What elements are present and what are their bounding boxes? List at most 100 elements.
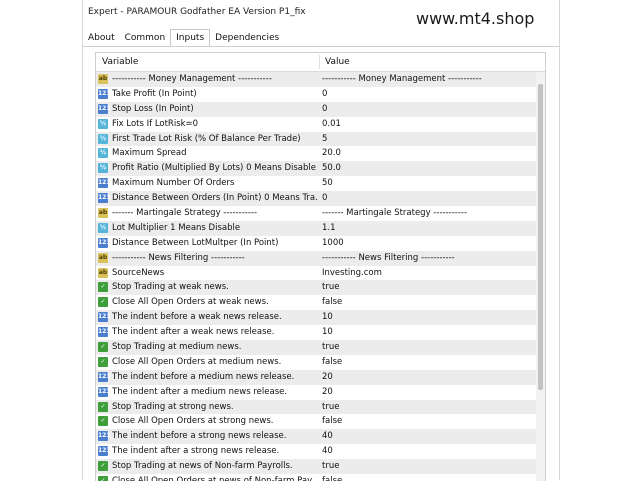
table-row[interactable]: 123 Distance Between Orders (In Point) 0 … — [96, 191, 536, 207]
table-row[interactable]: ab SourceNews Investing.com — [96, 266, 536, 281]
tab-about[interactable]: About — [83, 29, 120, 46]
variable-value[interactable]: 0.01 — [322, 117, 532, 132]
variable-value[interactable]: 40 — [322, 444, 532, 459]
table-row[interactable]: 123 The indent after a weak news release.… — [96, 325, 536, 340]
integer-type-icon: 123 — [98, 88, 111, 99]
variable-value[interactable]: 20 — [322, 385, 532, 400]
table-row[interactable]: 123 The indent before a weak news release… — [96, 310, 536, 326]
vertical-scrollbar[interactable] — [536, 72, 545, 481]
table-row[interactable]: 123 The indent after a medium news releas… — [96, 385, 536, 400]
variable-value[interactable]: false — [322, 414, 532, 429]
table-row[interactable]: ab ----------- Money Management ---------… — [96, 72, 536, 87]
double-type-icon: ½ — [98, 163, 108, 174]
variable-name: Stop Trading at medium news. — [112, 342, 242, 353]
text-type-icon: ab — [98, 267, 108, 278]
variable-value[interactable]: 20.0 — [322, 146, 532, 161]
variable-value[interactable]: 40 — [322, 429, 532, 444]
table-row[interactable]: ✓ Stop Trading at medium news. true — [96, 340, 536, 355]
variable-value[interactable]: ------- Martingale Strategy ----------- — [322, 206, 532, 221]
variable-name: Stop Loss (In Point) — [112, 103, 194, 114]
text-type-icon: ab — [98, 208, 108, 219]
tab-dependencies[interactable]: Dependencies — [210, 29, 284, 46]
table-row[interactable]: 123 Distance Between LotMultper (In Point… — [96, 236, 536, 251]
variable-value[interactable]: 20 — [322, 370, 532, 385]
table-row[interactable]: 123 The indent before a strong news relea… — [96, 429, 536, 445]
integer-type-icon: 123 — [98, 386, 111, 397]
table-row[interactable]: ✓ Stop Trading at weak news. true — [96, 280, 536, 296]
variable-value[interactable]: 1000 — [322, 236, 532, 251]
boolean-type-icon: ✓ — [98, 401, 108, 412]
table-row[interactable]: ✓ Stop Trading at news of Non-farm Payrol… — [96, 459, 536, 475]
variable-value[interactable]: 0 — [322, 87, 532, 102]
table-row[interactable]: 123 Take Profit (In Point) 0 — [96, 87, 536, 102]
variable-name: The indent before a medium news release. — [112, 371, 295, 382]
table-row[interactable]: 123 The indent after a strong news releas… — [96, 444, 536, 459]
variable-value[interactable]: true — [322, 280, 532, 295]
table-row[interactable]: 123 Maximum Number Of Orders 50 — [96, 176, 536, 191]
variable-value[interactable]: ----------- Money Management ----------- — [322, 72, 532, 87]
table-row[interactable]: ✓ Stop Trading at strong news. true — [96, 399, 536, 415]
variable-value[interactable]: 0 — [322, 191, 532, 206]
variable-value[interactable]: 5 — [322, 132, 532, 147]
integer-type-icon: 123 — [98, 312, 111, 323]
table-row[interactable]: 123 Stop Loss (In Point) 0 — [96, 101, 536, 117]
boolean-type-icon: ✓ — [98, 416, 108, 427]
integer-type-icon: 123 — [98, 446, 111, 457]
variable-name: Lot Multiplier 1 Means Disable — [112, 222, 241, 233]
table-row[interactable]: ½ Lot Multiplier 1 Means Disable 1.1 — [96, 220, 536, 236]
column-header-variable[interactable]: Variable — [102, 53, 138, 71]
boolean-type-icon: ✓ — [98, 342, 108, 353]
column-header-value[interactable]: Value — [325, 53, 350, 71]
table-row[interactable]: ✓ Close All Open Orders at strong news. fa… — [96, 414, 536, 429]
variable-value[interactable]: Investing.com — [322, 266, 532, 281]
text-type-icon: ab — [98, 74, 108, 84]
variable-name: Stop Trading at strong news. — [112, 401, 234, 412]
variable-value[interactable]: false — [322, 295, 532, 310]
table-row[interactable]: ab ------- Martingale Strategy ----------… — [96, 206, 536, 221]
tab-divider — [83, 46, 559, 47]
variable-name: ----------- Money Management ----------- — [112, 74, 272, 84]
table-row[interactable]: ½ Profit Ratio (Multiplied By Lots) 0 Mea… — [96, 161, 536, 177]
column-divider[interactable] — [319, 55, 320, 69]
boolean-type-icon: ✓ — [98, 356, 108, 367]
table-row[interactable]: ✓ Close All Open Orders at medium news. fa… — [96, 355, 536, 370]
tab-bar: About Common Inputs Dependencies — [83, 29, 284, 46]
scrollbar-thumb[interactable] — [538, 84, 543, 390]
double-type-icon: ½ — [98, 118, 108, 129]
variable-name: The indent after a weak news release. — [112, 327, 275, 338]
integer-type-icon: 123 — [98, 103, 111, 114]
variable-value[interactable]: 10 — [322, 325, 532, 340]
table-row[interactable]: ½ Fix Lots If LotRisk=0 0.01 — [96, 117, 536, 132]
boolean-type-icon: ✓ — [98, 297, 108, 308]
integer-type-icon: 123 — [98, 193, 111, 204]
watermark-text: www.mt4.shop — [416, 9, 535, 28]
tab-inputs[interactable]: Inputs — [170, 29, 211, 46]
variable-value[interactable]: true — [322, 400, 532, 415]
double-type-icon: ½ — [98, 222, 108, 233]
table-row[interactable]: ✓ Close All Open Orders at weak news. fals… — [96, 295, 536, 310]
variable-value[interactable]: true — [322, 340, 532, 355]
variable-value[interactable]: false — [322, 355, 532, 370]
table-row[interactable]: ½ First Trade Lot Risk (% Of Balance Per … — [96, 131, 536, 147]
variable-value[interactable]: true — [322, 459, 532, 474]
boolean-type-icon: ✓ — [98, 461, 108, 472]
variable-value[interactable]: 10 — [322, 310, 532, 325]
variable-name: Fix Lots If LotRisk=0 — [112, 118, 199, 129]
variable-value[interactable]: ----------- News Filtering ----------- — [322, 251, 532, 266]
variable-name: Maximum Number Of Orders — [112, 178, 235, 189]
table-row[interactable]: ½ Maximum Spread 20.0 — [96, 146, 536, 161]
table-row[interactable]: ab ----------- News Filtering -----------… — [96, 250, 536, 266]
table-row[interactable]: 123 The indent before a medium news relea… — [96, 369, 536, 385]
variable-name: The indent before a strong news release. — [112, 431, 287, 442]
integer-type-icon: 123 — [98, 431, 111, 442]
variable-value[interactable]: 50 — [322, 176, 532, 191]
variable-name: Distance Between Orders (In Point) 0 Mea… — [112, 193, 317, 204]
tab-common[interactable]: Common — [120, 29, 171, 46]
variable-value[interactable]: 0 — [322, 102, 532, 117]
variable-name: Stop Trading at news of Non-farm Payroll… — [112, 461, 293, 472]
variable-value[interactable]: 50.0 — [322, 161, 532, 176]
double-type-icon: ½ — [98, 133, 108, 144]
variable-value[interactable]: 1.1 — [322, 221, 532, 236]
integer-type-icon: 123 — [98, 178, 111, 189]
boolean-type-icon: ✓ — [98, 476, 108, 481]
